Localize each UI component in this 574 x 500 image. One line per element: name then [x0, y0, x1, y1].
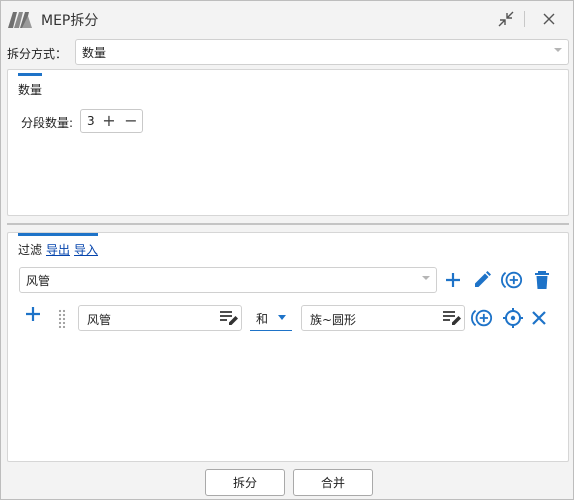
list-edit-icon[interactable] [219, 309, 239, 327]
condition-value-input[interactable]: 族~圆形 [301, 305, 465, 331]
decrement-button[interactable]: − [123, 111, 139, 130]
filter-selector-value: 风管 [26, 274, 51, 288]
window-title: MEP拆分 [41, 13, 99, 29]
add-filter-button[interactable] [442, 269, 464, 291]
filter-tab-indicator [18, 233, 98, 236]
delete-filter-button[interactable] [531, 269, 553, 291]
title-bar: MEP拆分 [1, 1, 573, 37]
split-button[interactable]: 拆分 [205, 469, 285, 496]
close-icon [532, 311, 546, 325]
pick-element-button[interactable] [502, 307, 524, 329]
split-mode-value: 数量 [82, 46, 107, 60]
collapse-arrows-icon [498, 11, 514, 27]
chevron-down-icon [422, 276, 430, 280]
plus-icon [26, 307, 40, 321]
chevron-down-icon [278, 315, 286, 320]
condition-operator-value: 和 [256, 312, 269, 326]
add-group-button[interactable] [501, 269, 523, 291]
increment-button[interactable]: + [101, 111, 117, 130]
condition-value-text: 族~圆形 [310, 313, 357, 327]
quantity-panel [7, 69, 569, 216]
app-logo-icon [8, 12, 32, 28]
quantity-tab-indicator [18, 73, 42, 76]
export-link[interactable]: 导出 [46, 241, 70, 258]
split-mode-select[interactable]: 数量 [75, 39, 569, 65]
segments-value: 3 [87, 114, 95, 128]
pencil-icon [475, 271, 491, 287]
drag-handle[interactable] [51, 307, 73, 329]
add-subgroup-button[interactable] [471, 307, 493, 329]
add-condition-button[interactable] [22, 303, 44, 325]
mep-split-window: MEP拆分 拆分方式： 数量 数量 分段数量: 3 + − 过滤 导出 导入 风… [0, 0, 574, 500]
titlebar-separator [524, 11, 525, 27]
list-edit-icon[interactable] [442, 309, 462, 327]
trash-icon [535, 271, 549, 289]
condition-operator-select[interactable]: 和 [250, 306, 292, 331]
plus-icon [446, 273, 460, 287]
segments-label: 分段数量: [21, 116, 74, 130]
crosshair-icon [503, 308, 523, 328]
restore-button[interactable] [495, 9, 517, 29]
split-mode-label: 拆分方式： [7, 47, 68, 61]
condition-field-value: 风管 [87, 313, 112, 327]
tab-quantity[interactable]: 数量 [18, 81, 42, 98]
drag-handle-icon [58, 309, 66, 328]
chevron-down-icon [554, 48, 562, 52]
edit-filter-button[interactable] [471, 269, 493, 291]
close-button[interactable] [538, 9, 560, 29]
segments-stepper[interactable]: 3 + − [80, 109, 143, 133]
add-circle-icon [501, 271, 523, 289]
merge-button[interactable]: 合并 [293, 469, 373, 496]
close-icon [543, 13, 555, 25]
import-link[interactable]: 导入 [74, 241, 98, 258]
filter-selector[interactable]: 风管 [19, 267, 437, 293]
remove-condition-button[interactable] [528, 307, 550, 329]
condition-field-input[interactable]: 风管 [78, 305, 242, 331]
panel-splitter[interactable] [7, 223, 569, 225]
add-circle-icon [471, 309, 493, 327]
tab-filter[interactable]: 过滤 [18, 241, 42, 258]
